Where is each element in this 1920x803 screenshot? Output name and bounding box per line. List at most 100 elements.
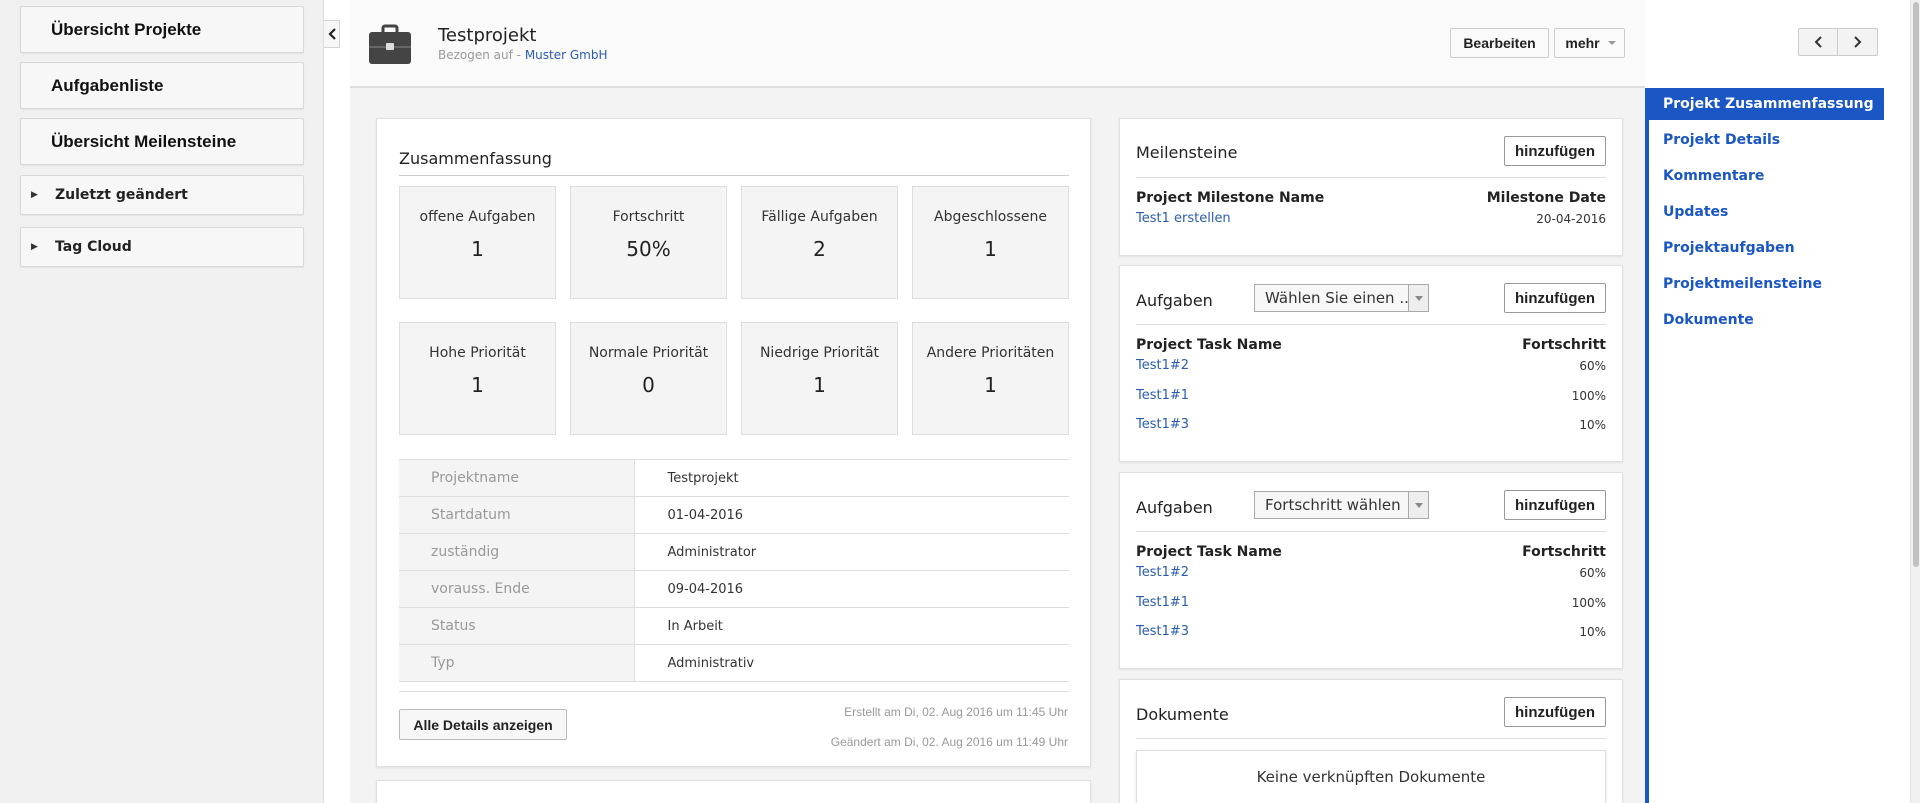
divider xyxy=(399,175,1069,176)
column-header-task-name: Project Task Name xyxy=(1136,544,1282,560)
column-header-progress: Fortschritt xyxy=(1522,544,1606,560)
stat-label: offene Aufgaben xyxy=(419,209,536,225)
task-link[interactable]: Test1#3 xyxy=(1136,624,1189,639)
detail-key: Projektname xyxy=(399,459,635,497)
table-row: Typ Administrativ xyxy=(399,644,1069,682)
detail-key: vorauss. Ende xyxy=(399,570,635,608)
nav-project-milestones[interactable]: Projektmeilensteine xyxy=(1649,268,1884,300)
task-progress: 100% xyxy=(1571,596,1606,610)
task-progress: 10% xyxy=(1579,625,1606,639)
stat-label: Fortschritt xyxy=(612,209,685,225)
stat-value: 2 xyxy=(813,237,826,261)
summary-title: Zusammenfassung xyxy=(399,149,552,168)
detail-key: Status xyxy=(399,607,635,645)
previous-record-button[interactable] xyxy=(1798,28,1838,56)
overview-milestones-button[interactable]: Übersicht Meilensteine xyxy=(20,118,304,165)
progress-filter-select[interactable]: Fortschritt wählen xyxy=(1254,491,1429,519)
scrollbar-thumb[interactable] xyxy=(1913,2,1919,567)
detail-key: zuständig xyxy=(399,533,635,571)
stat-low-priority: Niedrige Priorität 1 xyxy=(741,322,898,435)
nav-project-tasks[interactable]: Projektaufgaben xyxy=(1649,232,1884,264)
project-details-table: Projektname Testprojekt Startdatum 01-04-2… xyxy=(399,459,1069,682)
table-row: Startdatum 01-04-2016 xyxy=(399,496,1069,534)
related-prefix: Bezogen auf - xyxy=(438,48,525,62)
nav-project-summary[interactable]: Projekt Zusammenfassung xyxy=(1649,88,1884,120)
detail-value: 01-04-2016 xyxy=(634,496,1069,534)
stat-label: Abgeschlossene xyxy=(934,209,1047,225)
add-document-button[interactable]: hinzufügen xyxy=(1504,697,1606,727)
related-account-link[interactable]: Muster GmbH xyxy=(525,48,608,62)
detail-value: In Arbeit xyxy=(634,607,1069,645)
stat-label: Niedrige Priorität xyxy=(759,345,880,361)
column-header-milestone-name: Project Milestone Name xyxy=(1136,190,1325,206)
divider xyxy=(1136,324,1606,325)
milestones-title: Meilensteine xyxy=(1136,143,1238,162)
left-sidebar: Übersicht Projekte Aufgabenliste Übersic… xyxy=(0,0,324,803)
nav-project-details[interactable]: Projekt Details xyxy=(1649,124,1884,156)
stat-due-tasks: Fällige Aufgaben 2 xyxy=(741,186,898,299)
tasks-progress-card: Aufgaben Fortschritt wählen hinzufügen P… xyxy=(1119,472,1623,669)
tag-cloud-toggle[interactable]: ▶ Tag Cloud xyxy=(20,227,304,267)
section-navigation: Projekt Zusammenfassung Projekt Details … xyxy=(1645,88,1910,803)
detail-value: 09-04-2016 xyxy=(634,570,1069,608)
stat-high-priority: Hohe Priorität 1 xyxy=(399,322,556,435)
task-link[interactable]: Test1#1 xyxy=(1136,595,1189,610)
briefcase-icon xyxy=(369,24,411,64)
select-value: Wählen Sie einen ... xyxy=(1265,289,1414,307)
nav-comments[interactable]: Kommentare xyxy=(1649,160,1884,192)
scrollbar[interactable] xyxy=(1910,0,1920,803)
add-milestone-button[interactable]: hinzufügen xyxy=(1504,136,1606,166)
table-row: vorauss. Ende 09-04-2016 xyxy=(399,570,1069,608)
created-timestamp: Erstellt am Di, 02. Aug 2016 um 11:45 Uh… xyxy=(844,705,1068,719)
summary-card: Zusammenfassung offene Aufgaben 1 Fortsch… xyxy=(376,118,1091,767)
stat-label: Normale Priorität xyxy=(588,345,709,361)
tasks-card: Aufgaben Wählen Sie einen ... hinzufügen… xyxy=(1119,265,1623,462)
table-row: Projektname Testprojekt xyxy=(399,459,1069,497)
nav-documents[interactable]: Dokumente xyxy=(1649,304,1884,336)
stat-label: Andere Prioritäten xyxy=(926,345,1055,361)
task-filter-select[interactable]: Wählen Sie einen ... xyxy=(1254,284,1429,312)
next-card xyxy=(376,780,1091,803)
more-label: mehr xyxy=(1565,35,1600,51)
table-row: zuständig Administrator xyxy=(399,533,1069,571)
task-link[interactable]: Test1#3 xyxy=(1136,417,1189,432)
task-link[interactable]: Test1#1 xyxy=(1136,388,1189,403)
edit-button[interactable]: Bearbeiten xyxy=(1450,28,1549,58)
tag-cloud-label: Tag Cloud xyxy=(55,239,132,255)
task-progress: 60% xyxy=(1579,359,1606,373)
stat-open-tasks: offene Aufgaben 1 xyxy=(399,186,556,299)
stat-normal-priority: Normale Priorität 0 xyxy=(570,322,727,435)
related-to: Bezogen auf - Muster GmbH xyxy=(438,48,608,62)
recently-changed-toggle[interactable]: ▶ Zuletzt geändert xyxy=(20,175,304,215)
stat-value: 1 xyxy=(984,373,997,397)
more-dropdown[interactable]: mehr xyxy=(1554,28,1625,58)
add-task-button[interactable]: hinzufügen xyxy=(1504,490,1606,520)
overview-projects-button[interactable]: Übersicht Projekte xyxy=(20,6,304,53)
stat-progress: Fortschritt 50% xyxy=(570,186,727,299)
next-record-button[interactable] xyxy=(1838,28,1878,56)
divider xyxy=(399,691,1069,692)
task-list-button[interactable]: Aufgabenliste xyxy=(20,62,304,109)
table-row: Status In Arbeit xyxy=(399,607,1069,645)
task-link[interactable]: Test1#2 xyxy=(1136,358,1189,373)
stat-label: Fällige Aufgaben xyxy=(761,209,878,225)
milestone-link[interactable]: Test1 erstellen xyxy=(1136,211,1231,226)
add-task-button[interactable]: hinzufügen xyxy=(1504,283,1606,313)
divider xyxy=(1136,738,1606,739)
stat-value: 1 xyxy=(813,373,826,397)
show-all-details-button[interactable]: Alle Details anzeigen xyxy=(399,709,567,740)
triangle-right-icon: ▶ xyxy=(31,242,38,252)
documents-card: Dokumente hinzufügen Keine verknüpften D… xyxy=(1119,679,1623,803)
nav-updates[interactable]: Updates xyxy=(1649,196,1884,228)
divider xyxy=(1136,531,1606,532)
caret-down-icon xyxy=(1408,285,1428,311)
collapse-sidebar-button[interactable] xyxy=(324,20,340,48)
task-progress: 10% xyxy=(1579,418,1606,432)
milestones-card: Meilensteine hinzufügen Project Mileston… xyxy=(1119,118,1623,256)
detail-value: Testprojekt xyxy=(634,459,1069,497)
task-progress: 100% xyxy=(1571,389,1606,403)
triangle-right-icon: ▶ xyxy=(31,190,38,200)
column-header-progress: Fortschritt xyxy=(1522,337,1606,353)
task-link[interactable]: Test1#2 xyxy=(1136,565,1189,580)
stat-value: 50% xyxy=(626,237,671,261)
